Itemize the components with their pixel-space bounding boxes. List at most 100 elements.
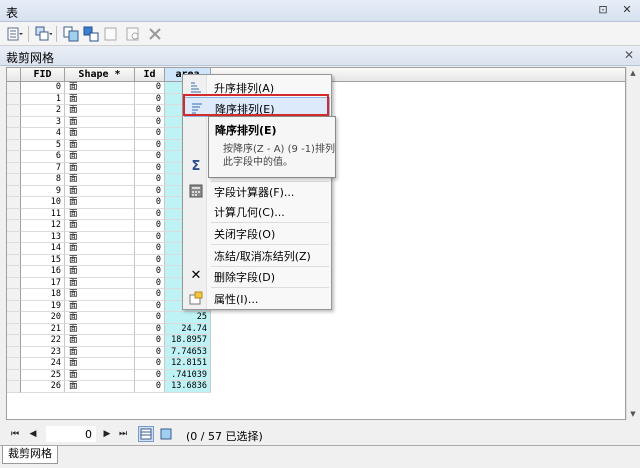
clear-selection-icon[interactable]	[102, 25, 120, 43]
cell-fid[interactable]: 21	[21, 323, 65, 335]
cell-id[interactable]: 0	[135, 105, 165, 117]
cell-fid[interactable]: 22	[21, 335, 65, 347]
cell-area[interactable]: 13.6836	[165, 381, 211, 393]
row-selector[interactable]	[7, 381, 21, 393]
cell-id[interactable]: 0	[135, 243, 165, 255]
cell-fid[interactable]: 20	[21, 312, 65, 324]
cell-fid[interactable]: 0	[21, 82, 65, 94]
menu-item-close-field[interactable]: 关闭字段(O)	[184, 223, 330, 243]
row-selector[interactable]	[7, 185, 21, 197]
row-selector[interactable]	[7, 323, 21, 335]
cell-shape[interactable]: 面	[65, 82, 135, 94]
column-header-fid[interactable]: FID	[21, 68, 65, 82]
cell-id[interactable]: 0	[135, 277, 165, 289]
row-selector[interactable]	[7, 300, 21, 312]
pin-icon[interactable]: ⊡	[596, 3, 610, 17]
cell-id[interactable]: 0	[135, 231, 165, 243]
cell-id[interactable]: 0	[135, 208, 165, 220]
row-selector[interactable]	[7, 243, 21, 255]
zoom-selected-icon[interactable]	[124, 25, 142, 43]
row-selector[interactable]	[7, 277, 21, 289]
close-window-icon[interactable]: ✕	[620, 3, 634, 17]
close-layer-icon[interactable]: ✕	[624, 48, 634, 62]
cell-fid[interactable]: 17	[21, 277, 65, 289]
cell-fid[interactable]: 5	[21, 139, 65, 151]
table-row[interactable]: 20 面 0 25	[7, 312, 625, 324]
cell-shape[interactable]: 面	[65, 220, 135, 232]
cell-fid[interactable]: 19	[21, 300, 65, 312]
cell-shape[interactable]: 面	[65, 323, 135, 335]
first-record-icon[interactable]: ⏮	[8, 427, 22, 441]
cell-id[interactable]: 0	[135, 93, 165, 105]
row-selector[interactable]	[7, 335, 21, 347]
cell-id[interactable]: 0	[135, 185, 165, 197]
cell-fid[interactable]: 16	[21, 266, 65, 278]
show-selected-records-icon[interactable]	[158, 426, 174, 442]
cell-shape[interactable]: 面	[65, 208, 135, 220]
row-selector[interactable]	[7, 231, 21, 243]
cell-shape[interactable]: 面	[65, 266, 135, 278]
cell-fid[interactable]: 9	[21, 185, 65, 197]
cell-id[interactable]: 0	[135, 335, 165, 347]
cell-shape[interactable]: 面	[65, 243, 135, 255]
cell-shape[interactable]: 面	[65, 128, 135, 140]
menu-item-calculate-geometry[interactable]: 计算几何(C)...	[184, 201, 330, 221]
table-row[interactable]: 23 面 0 7.74653	[7, 346, 625, 358]
cell-fid[interactable]: 12	[21, 220, 65, 232]
cell-shape[interactable]: 面	[65, 231, 135, 243]
menu-item-freeze-column[interactable]: 冻结/取消冻结列(Z)	[184, 245, 330, 265]
cell-id[interactable]: 0	[135, 162, 165, 174]
cell-shape[interactable]: 面	[65, 289, 135, 301]
cell-shape[interactable]: 面	[65, 139, 135, 151]
row-selector[interactable]	[7, 82, 21, 94]
cell-fid[interactable]: 18	[21, 289, 65, 301]
cell-shape[interactable]: 面	[65, 300, 135, 312]
cell-fid[interactable]: 6	[21, 151, 65, 163]
cell-area[interactable]: 12.8151	[165, 358, 211, 370]
scroll-up-icon[interactable]: ▲	[628, 68, 638, 78]
cell-shape[interactable]: 面	[65, 254, 135, 266]
cell-id[interactable]: 0	[135, 197, 165, 209]
cell-shape[interactable]: 面	[65, 277, 135, 289]
cell-id[interactable]: 0	[135, 346, 165, 358]
cell-area[interactable]: 24.74	[165, 323, 211, 335]
cell-shape[interactable]: 面	[65, 369, 135, 381]
cell-id[interactable]: 0	[135, 323, 165, 335]
row-selector[interactable]	[7, 105, 21, 117]
table-row[interactable]: 25 面 0.741039	[7, 369, 625, 381]
cell-fid[interactable]: 11	[21, 208, 65, 220]
table-row[interactable]: 24 面 0 12.8151	[7, 358, 625, 370]
cell-fid[interactable]: 26	[21, 381, 65, 393]
row-selector[interactable]	[7, 358, 21, 370]
cell-id[interactable]: 0	[135, 220, 165, 232]
row-selector[interactable]	[7, 151, 21, 163]
row-selector[interactable]	[7, 139, 21, 151]
cell-shape[interactable]: 面	[65, 185, 135, 197]
cell-fid[interactable]: 25	[21, 369, 65, 381]
cell-id[interactable]: 0	[135, 174, 165, 186]
cell-id[interactable]: 0	[135, 116, 165, 128]
cell-fid[interactable]: 14	[21, 243, 65, 255]
cell-id[interactable]: 0	[135, 254, 165, 266]
cell-id[interactable]: 0	[135, 381, 165, 393]
cell-shape[interactable]: 面	[65, 162, 135, 174]
row-selector[interactable]	[7, 254, 21, 266]
menu-item-delete-field[interactable]: ✕ 删除字段(D)	[184, 266, 330, 286]
row-selector[interactable]	[7, 312, 21, 324]
current-record-input[interactable]: 0	[46, 426, 96, 442]
switch-selection-icon[interactable]	[82, 25, 100, 43]
cell-id[interactable]: 0	[135, 369, 165, 381]
cell-area[interactable]: 18.8957	[165, 335, 211, 347]
column-header-id[interactable]: Id	[135, 68, 165, 82]
row-selector[interactable]	[7, 116, 21, 128]
row-selector[interactable]	[7, 289, 21, 301]
cell-shape[interactable]: 面	[65, 197, 135, 209]
vertical-scrollbar[interactable]: ▲ ▼	[626, 67, 638, 420]
cell-fid[interactable]: 4	[21, 128, 65, 140]
cell-shape[interactable]: 面	[65, 174, 135, 186]
cell-area[interactable]: 7.74653	[165, 346, 211, 358]
cell-shape[interactable]: 面	[65, 116, 135, 128]
cell-fid[interactable]: 1	[21, 93, 65, 105]
cell-id[interactable]: 0	[135, 139, 165, 151]
row-selector[interactable]	[7, 208, 21, 220]
